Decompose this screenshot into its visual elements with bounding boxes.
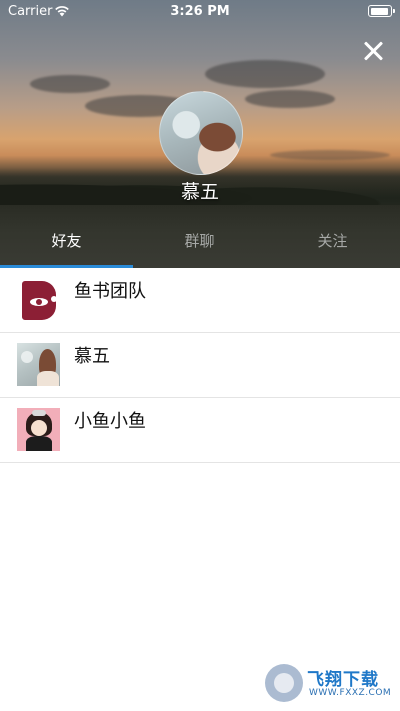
profile-avatar[interactable] xyxy=(159,91,243,175)
clock: 3:26 PM xyxy=(170,4,230,19)
list-item[interactable]: 小鱼小鱼 xyxy=(0,398,400,463)
tab-following[interactable]: 关注 xyxy=(266,221,399,265)
tab-bar: 好友 群聊 关注 xyxy=(0,221,400,268)
cloud xyxy=(205,60,325,88)
avatar xyxy=(17,343,60,386)
list-item-label: 鱼书团队 xyxy=(74,281,146,302)
friend-list: 鱼书团队 慕五 小鱼小鱼 xyxy=(0,268,400,463)
watermark-logo-icon xyxy=(265,664,303,702)
cloud xyxy=(270,150,390,160)
watermark: 飞翔下载 WWW.FXXZ.COM xyxy=(265,664,395,704)
avatar xyxy=(17,408,60,451)
list-item-label: 小鱼小鱼 xyxy=(74,411,146,432)
battery-icon xyxy=(368,5,395,17)
tab-friends[interactable]: 好友 xyxy=(0,221,133,265)
close-icon[interactable] xyxy=(362,40,384,62)
tab-groups[interactable]: 群聊 xyxy=(133,221,266,265)
profile-header: Carrier 3:26 PM 慕五 好友 群聊 关注 xyxy=(0,0,400,268)
watermark-title: 飞翔下载 xyxy=(307,670,379,690)
list-item[interactable]: 慕五 xyxy=(0,333,400,398)
status-bar: Carrier 3:26 PM xyxy=(0,0,400,24)
cloud xyxy=(245,90,335,108)
brand-logo-b-icon xyxy=(17,278,60,321)
watermark-url: WWW.FXXZ.COM xyxy=(309,688,392,698)
cloud xyxy=(30,75,110,93)
profile-name: 慕五 xyxy=(180,181,219,203)
list-item[interactable]: 鱼书团队 xyxy=(0,268,400,333)
list-item-label: 慕五 xyxy=(74,346,110,367)
